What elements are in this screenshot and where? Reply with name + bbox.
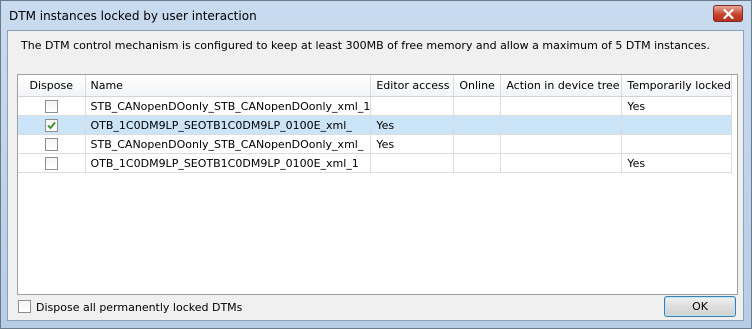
dispose-checkbox[interactable] — [44, 118, 58, 132]
dispose-checkbox[interactable] — [44, 99, 58, 113]
name-cell: OTB_1C0DM9LP_SEOTB1C0DM9LP_0100E_xml_ — [85, 115, 372, 135]
table-row[interactable]: OTB_1C0DM9LP_SEOTB1C0DM9LP_0100E_xml_1 Ye… — [18, 153, 733, 173]
title-bar[interactable]: DTM instances locked by user interaction — [1, 1, 751, 30]
temporarily-locked-cell — [621, 134, 733, 154]
action-cell — [500, 115, 623, 135]
editor-access-cell: Yes — [370, 134, 455, 154]
close-icon — [723, 9, 734, 19]
name-cell: STB_CANopenDOonly_STB_CANopenDOonly_xml_… — [85, 96, 372, 116]
temporarily-locked-cell: Yes — [621, 153, 733, 173]
dialog-window: DTM instances locked by user interaction… — [0, 0, 752, 329]
ok-button[interactable]: OK — [664, 296, 736, 317]
dispose-cell — [18, 115, 86, 135]
column-header-dispose[interactable]: Dispose — [18, 75, 86, 97]
temporarily-locked-cell: Yes — [621, 96, 733, 116]
column-header-editor-access[interactable]: Editor access — [370, 75, 455, 97]
column-header-action-in-device-tree[interactable]: Action in device tree — [500, 75, 623, 97]
dispose-checkbox[interactable] — [44, 137, 58, 151]
name-cell: STB_CANopenDOonly_STB_CANopenDOonly_xml_ — [85, 134, 372, 154]
temporarily-locked-cell — [621, 115, 733, 135]
dispose-cell — [18, 96, 86, 116]
online-cell — [453, 115, 502, 135]
dialog-content: The DTM control mechanism is configured … — [7, 30, 744, 321]
action-cell — [500, 153, 623, 173]
dispose-all-label: Dispose all permanently locked DTMs — [36, 301, 243, 314]
column-header-name[interactable]: Name — [85, 75, 372, 97]
description-text: The DTM control mechanism is configured … — [21, 39, 710, 52]
close-button[interactable] — [713, 5, 743, 22]
dtm-instances-table: Dispose Name Editor access Online Action… — [17, 74, 738, 295]
action-cell — [500, 96, 623, 116]
table-row[interactable]: STB_CANopenDOonly_STB_CANopenDOonly_xml_… — [18, 134, 733, 154]
online-cell — [453, 134, 502, 154]
column-header-temporarily-locked[interactable]: Temporarily locked — [621, 75, 733, 97]
column-header-online[interactable]: Online — [453, 75, 502, 97]
dispose-cell — [18, 153, 86, 173]
editor-access-cell — [370, 96, 455, 116]
checkmark-icon — [47, 121, 56, 130]
window-title: DTM instances locked by user interaction — [9, 9, 257, 23]
table-row[interactable]: OTB_1C0DM9LP_SEOTB1C0DM9LP_0100E_xml_ Yes — [18, 115, 733, 135]
editor-access-cell: Yes — [370, 115, 455, 135]
table-header-row: Dispose Name Editor access Online Action… — [18, 75, 733, 97]
dispose-checkbox[interactable] — [44, 156, 58, 170]
dispose-all-checkbox[interactable] — [18, 300, 31, 313]
name-cell: OTB_1C0DM9LP_SEOTB1C0DM9LP_0100E_xml_1 — [85, 153, 372, 173]
dispose-cell — [18, 134, 86, 154]
editor-access-cell — [370, 153, 455, 173]
action-cell — [500, 134, 623, 154]
table-row[interactable]: STB_CANopenDOonly_STB_CANopenDOonly_xml_… — [18, 96, 733, 116]
online-cell — [453, 96, 502, 116]
online-cell — [453, 153, 502, 173]
